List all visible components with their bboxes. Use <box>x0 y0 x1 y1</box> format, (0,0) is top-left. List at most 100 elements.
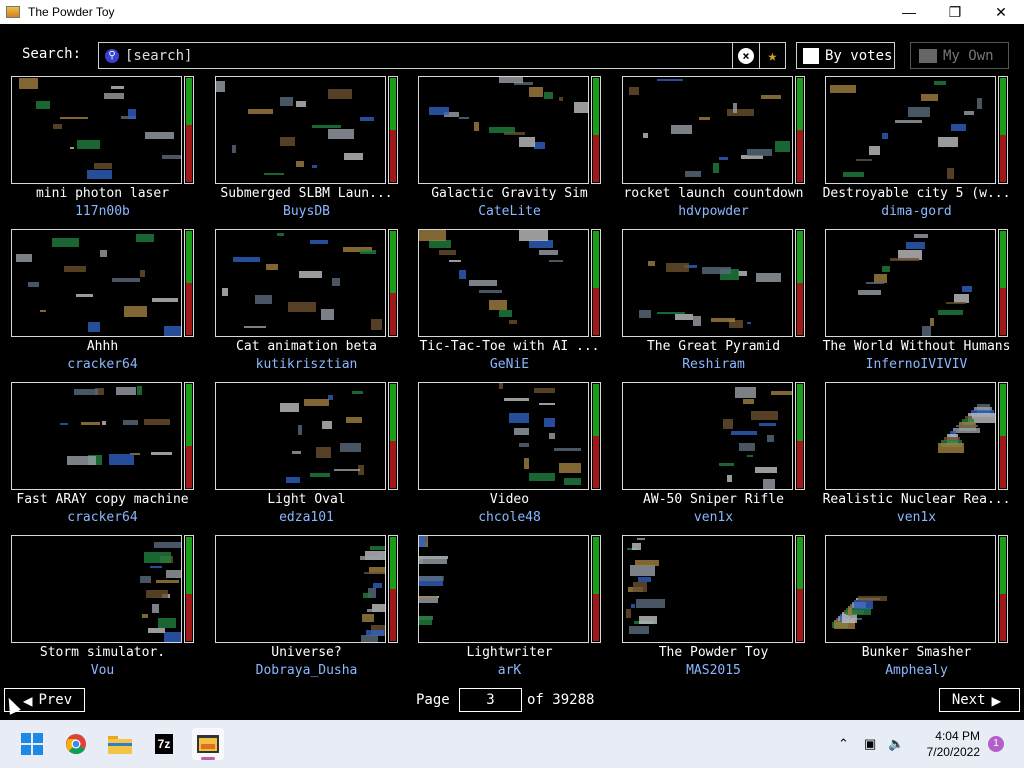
thumbnail-art <box>429 77 588 149</box>
save-thumbnail[interactable] <box>215 382 386 490</box>
save-author[interactable]: Reshiram <box>611 357 816 372</box>
save-thumbnail[interactable] <box>215 229 386 337</box>
downvote-fill <box>593 135 599 182</box>
volume-icon[interactable]: 🔈 <box>888 736 904 752</box>
save-thumbnail[interactable] <box>825 229 996 337</box>
save-thumbnail[interactable] <box>215 535 386 643</box>
save-card[interactable]: The Powder Toy MAS2015 <box>611 535 814 685</box>
start-button[interactable] <box>16 728 48 760</box>
favourites-button[interactable]: ★ <box>759 43 785 68</box>
save-thumbnail[interactable] <box>622 382 793 490</box>
save-thumbnail[interactable] <box>622 229 793 337</box>
clock-date: 7/20/2022 <box>926 745 980 759</box>
save-title: Bunker Smasher <box>861 645 972 660</box>
taskbar-7zip[interactable]: 7z <box>148 728 180 760</box>
windows-logo-icon <box>21 733 43 755</box>
restore-icon[interactable]: ❐ <box>932 0 978 24</box>
save-card[interactable]: Universe? Dobraya_Dusha <box>204 535 407 685</box>
save-thumbnail[interactable] <box>825 76 996 184</box>
clock[interactable]: 4:04 PM 7/20/2022 <box>910 728 980 760</box>
save-thumbnail[interactable] <box>11 229 182 337</box>
save-card[interactable]: AW-50 Sniper Rifle ven1x <box>611 382 814 532</box>
save-title: Lightwriter <box>466 645 553 660</box>
save-author[interactable]: MAS2015 <box>611 663 816 678</box>
save-author[interactable]: kutikrisztian <box>204 357 409 372</box>
save-title: rocket launch countdown <box>623 186 804 201</box>
save-thumbnail[interactable] <box>418 229 589 337</box>
save-card[interactable]: The World Without Humans InfernoIVIVIV <box>814 229 1017 379</box>
save-title: AW-50 Sniper Rifle <box>643 492 784 507</box>
upvote-fill <box>797 78 803 130</box>
save-author[interactable]: dima-gord <box>814 204 1019 219</box>
vote-bar <box>998 382 1008 490</box>
network-icon[interactable]: ▣ <box>864 736 876 752</box>
save-author[interactable]: Vou <box>0 663 205 678</box>
save-card[interactable]: Lightwriter arK <box>407 535 610 685</box>
sort-by-votes-button[interactable]: By votes <box>796 42 895 69</box>
save-author[interactable]: hdvpowder <box>611 204 816 219</box>
close-icon[interactable]: ✕ <box>978 0 1024 24</box>
save-thumbnail[interactable] <box>825 535 996 643</box>
save-author[interactable]: Amphealy <box>814 663 1019 678</box>
save-card[interactable]: Tic-Tac-Toe with AI ... GeNiE <box>407 229 610 379</box>
save-thumbnail[interactable] <box>418 76 589 184</box>
save-author[interactable]: ven1x <box>814 510 1019 525</box>
search-box[interactable]: ⚲ × ★ <box>98 42 786 69</box>
save-card[interactable]: rocket launch countdown hdvpowder <box>611 76 814 226</box>
save-author[interactable]: chcole48 <box>407 510 612 525</box>
save-card[interactable]: Light Oval edza101 <box>204 382 407 532</box>
minimize-icon[interactable]: — <box>886 0 932 24</box>
thumbnail-art <box>16 234 181 336</box>
save-author[interactable]: cracker64 <box>0 357 205 372</box>
save-card[interactable]: Bunker Smasher Amphealy <box>814 535 1017 685</box>
notification-badge[interactable]: 1 <box>988 736 1004 752</box>
upvote-fill <box>186 231 192 283</box>
save-author[interactable]: edza101 <box>204 510 409 525</box>
save-card[interactable]: Storm simulator. Vou <box>0 535 203 685</box>
own-label: My Own <box>943 47 994 64</box>
save-thumbnail[interactable] <box>215 76 386 184</box>
next-page-button[interactable]: Next ▶ <box>939 688 1020 712</box>
thumbnail-art <box>60 386 172 465</box>
save-author[interactable]: BuysDB <box>204 204 409 219</box>
save-card[interactable]: Galactic Gravity Sim CateLite <box>407 76 610 226</box>
save-card[interactable]: Video chcole48 <box>407 382 610 532</box>
save-card[interactable]: The Great Pyramid Reshiram <box>611 229 814 379</box>
save-author[interactable]: 117n00b <box>0 204 205 219</box>
save-author[interactable]: cracker64 <box>0 510 205 525</box>
taskbar-file-explorer[interactable] <box>104 728 136 760</box>
show-hidden-icons-icon[interactable]: ⌃ <box>838 736 849 752</box>
save-author[interactable]: GeNiE <box>407 357 612 372</box>
save-card[interactable]: Destroyable city 5 (w... dima-gord <box>814 76 1017 226</box>
upvote-fill <box>390 231 396 293</box>
clear-search-button[interactable]: × <box>732 43 759 68</box>
save-thumbnail[interactable] <box>418 535 589 643</box>
save-card[interactable]: Ahhh cracker64 <box>0 229 203 379</box>
save-author[interactable]: InfernoIVIVIV <box>814 357 1019 372</box>
save-author[interactable]: ven1x <box>611 510 816 525</box>
vote-bar <box>591 382 601 490</box>
page-number-input[interactable] <box>459 688 522 712</box>
save-card[interactable]: mini photon laser 117n00b <box>0 76 203 226</box>
save-card[interactable]: Fast ARAY copy machine cracker64 <box>0 382 203 532</box>
save-thumbnail[interactable] <box>418 382 589 490</box>
search-input[interactable] <box>125 47 732 64</box>
save-author[interactable]: Dobraya_Dusha <box>204 663 409 678</box>
save-thumbnail[interactable] <box>11 76 182 184</box>
save-thumbnail[interactable] <box>622 76 793 184</box>
my-own-button[interactable]: My Own <box>910 42 1009 69</box>
save-thumbnail[interactable] <box>11 382 182 490</box>
save-title: Realistic Nuclear Rea... <box>822 492 1011 507</box>
save-thumbnail[interactable] <box>622 535 793 643</box>
taskbar-chrome[interactable] <box>60 728 92 760</box>
save-thumbnail[interactable] <box>11 535 182 643</box>
taskbar-powder-toy[interactable] <box>192 728 224 760</box>
save-author[interactable]: arK <box>407 663 612 678</box>
save-author[interactable]: CateLite <box>407 204 612 219</box>
save-card[interactable]: Submerged SLBM Laun... BuysDB <box>204 76 407 226</box>
save-card[interactable]: Realistic Nuclear Rea... ven1x <box>814 382 1017 532</box>
save-card[interactable]: Cat animation beta kutikrisztian <box>204 229 407 379</box>
vote-bar <box>591 76 601 184</box>
folder-icon <box>919 48 937 63</box>
save-thumbnail[interactable] <box>825 382 996 490</box>
